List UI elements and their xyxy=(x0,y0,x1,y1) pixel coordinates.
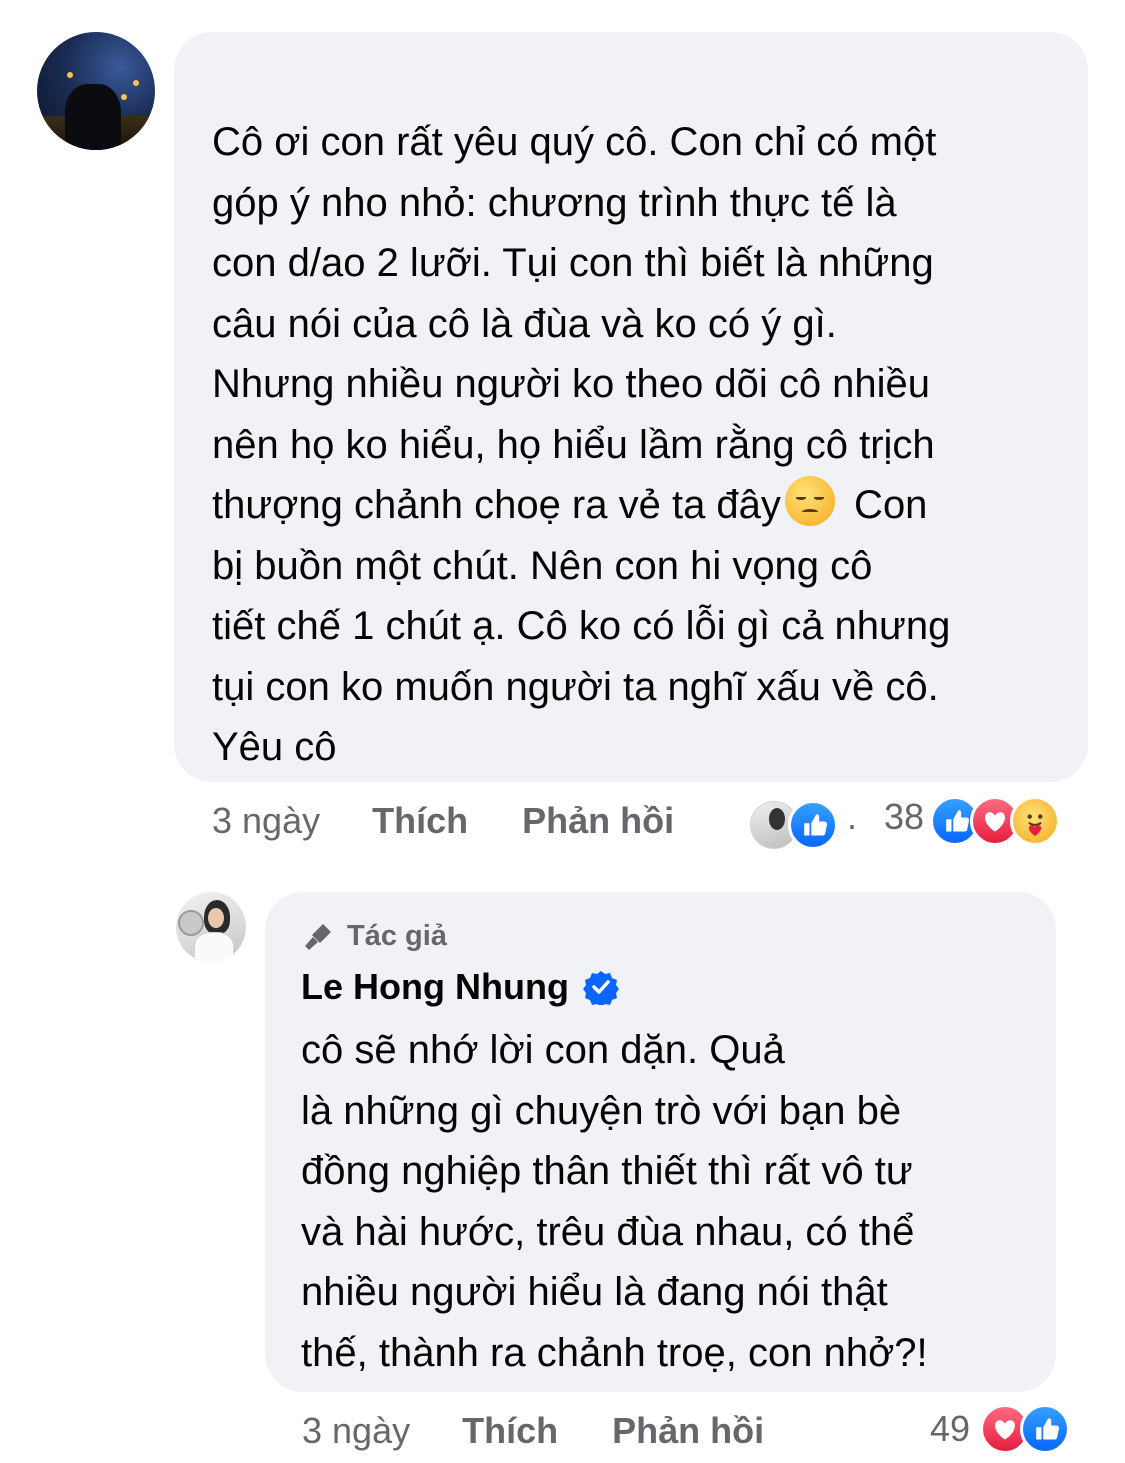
reply-button[interactable]: Phản hồi xyxy=(522,800,674,842)
avatar-fan xyxy=(178,910,204,936)
author-badge-label: Tác giả xyxy=(347,919,447,952)
microphone-icon xyxy=(305,924,331,950)
avatar-body xyxy=(194,932,234,962)
reaction-summary[interactable]: 38 xyxy=(884,796,1061,846)
author-avatar[interactable] xyxy=(176,892,246,962)
comment-time[interactable]: 3 ngày xyxy=(212,800,320,842)
avatar-face xyxy=(208,908,224,928)
reply-actions: 3 ngày Thích Phản hồi xyxy=(302,1410,764,1452)
reply-text: cô sẽ nhớ lời con dặn. Quả là những gì c… xyxy=(301,1028,928,1375)
comment-bubble: Cô ơi con rất yêu quý cô. Con chỉ có một… xyxy=(174,32,1088,782)
commenter-avatar[interactable] xyxy=(37,32,155,150)
reply-like-button[interactable]: Thích xyxy=(462,1410,558,1452)
author-name-text[interactable]: Le Hong Nhung xyxy=(301,966,569,1008)
reply-reaction-count: 49 xyxy=(930,1408,971,1449)
reply-reaction-summary[interactable]: 49 xyxy=(930,1404,1071,1454)
reply-reply-button[interactable]: Phản hồi xyxy=(612,1410,764,1452)
avatar-figure xyxy=(65,84,121,150)
author-name[interactable]: Le Hong Nhung xyxy=(301,966,619,1008)
comment-text-part1: Cô ơi con rất yêu quý cô. Con chỉ có một… xyxy=(212,120,937,527)
reply-bubble: Tác giả Le Hong Nhung cô sẽ nhớ lời con … xyxy=(265,892,1056,1392)
like-reaction-icon xyxy=(788,800,838,850)
comment-text: Cô ơi con rất yêu quý cô. Con chỉ có một… xyxy=(212,112,1072,778)
comment-actions: 3 ngày Thích Phản hồi xyxy=(212,800,674,842)
like-reaction-icon xyxy=(1020,1404,1071,1454)
avatar-light xyxy=(121,94,127,100)
disappointed-face-icon xyxy=(784,476,835,526)
avatar-light xyxy=(67,72,73,78)
like-button[interactable]: Thích xyxy=(372,800,468,842)
author-badge: Tác giả xyxy=(301,918,447,954)
verified-badge-icon xyxy=(582,971,619,1005)
reaction-count: 38 xyxy=(884,796,925,837)
reply-time[interactable]: 3 ngày xyxy=(302,1410,410,1452)
reply-preview[interactable]: · xyxy=(750,800,864,850)
avatar-light xyxy=(133,80,139,86)
care-reaction-icon xyxy=(1010,796,1061,846)
separator-dot: · xyxy=(846,804,858,845)
